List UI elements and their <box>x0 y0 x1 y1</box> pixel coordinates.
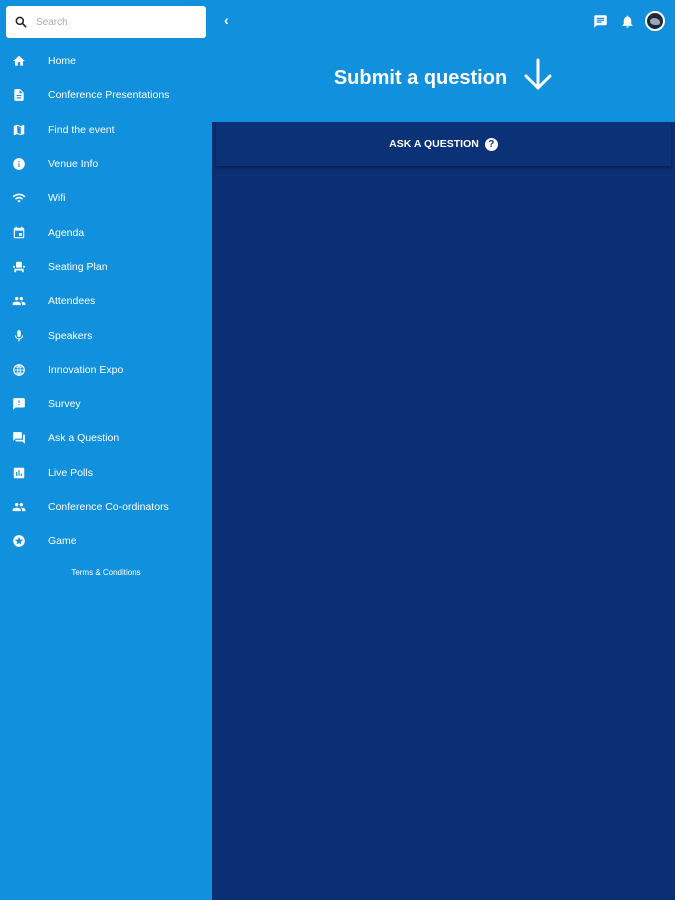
help-icon[interactable]: ? <box>484 137 498 151</box>
sidebar-item-label: Attendees <box>48 295 96 308</box>
sidebar-item-speakers[interactable]: Speakers <box>0 318 212 352</box>
star-badge-icon <box>12 534 26 548</box>
app-window: Home Conference Presentations Find the e… <box>0 0 675 900</box>
hero-header: Submit a question <box>212 44 675 122</box>
map-icon <box>12 123 26 137</box>
chat-icon[interactable] <box>592 13 608 29</box>
sidebar-item-seating-plan[interactable]: Seating Plan <box>0 250 212 284</box>
calendar-icon <box>12 226 26 240</box>
sidebar-item-innovation-expo[interactable]: Innovation Expo <box>0 353 212 387</box>
sidebar-item-label: Innovation Expo <box>48 363 124 376</box>
document-icon <box>12 88 26 102</box>
sidebar-item-attendees[interactable]: Attendees <box>0 284 212 318</box>
content-area: ASK A QUESTION ? <box>212 122 675 900</box>
sidebar-item-agenda[interactable]: Agenda <box>0 215 212 249</box>
sidebar-item-label: Live Polls <box>48 466 93 479</box>
poll-icon <box>12 466 26 480</box>
sidebar-item-label: Find the event <box>48 123 115 136</box>
sidebar-item-survey[interactable]: Survey <box>0 387 212 421</box>
main-panel: ‹ Submit a question ASK A QUESTION ? <box>212 0 675 900</box>
sidebar-item-label: Speakers <box>48 329 93 342</box>
sidebar-item-live-polls[interactable]: Live Polls <box>0 456 212 490</box>
sidebar-nav: Home Conference Presentations Find the e… <box>0 44 212 558</box>
collapse-sidebar-button[interactable]: ‹ <box>224 12 238 30</box>
sidebar-item-label: Conference Presentations <box>48 89 170 102</box>
sidebar-item-label: Venue Info <box>48 158 99 171</box>
sidebar-item-game[interactable]: Game <box>0 524 212 558</box>
wifi-icon <box>12 191 26 205</box>
sidebar-item-home[interactable]: Home <box>0 44 212 78</box>
sidebar-item-label: Ask a Question <box>48 432 120 445</box>
sidebar-item-conference-co-ordinators[interactable]: Conference Co-ordinators <box>0 490 212 524</box>
sidebar-item-venue-info[interactable]: Venue Info <box>0 147 212 181</box>
ask-question-label: ASK A QUESTION <box>389 138 479 150</box>
sidebar-item-label: Conference Co-ordinators <box>48 501 169 513</box>
sidebar-item-conference-presentations[interactable]: Conference Presentations <box>0 78 212 112</box>
sidebar-item-label: Survey <box>48 398 81 411</box>
group-icon <box>12 500 26 514</box>
people-icon <box>12 294 26 308</box>
sidebar-item-label: Home <box>48 55 77 68</box>
search-icon <box>15 16 27 28</box>
feedback-icon <box>12 397 26 411</box>
terms-link[interactable]: Terms & Conditions <box>0 568 212 577</box>
globe-icon <box>12 363 26 377</box>
bell-icon[interactable] <box>619 13 635 29</box>
top-bar: ‹ <box>212 0 675 44</box>
arrow-down-icon <box>523 58 553 92</box>
top-actions <box>581 11 665 31</box>
home-icon <box>12 54 26 68</box>
sidebar-item-label: Agenda <box>48 226 85 239</box>
info-icon <box>12 157 26 171</box>
microphone-icon <box>12 329 26 343</box>
sidebar-item-find-the-event[interactable]: Find the event <box>0 113 212 147</box>
sidebar-item-label: Seating Plan <box>48 260 108 273</box>
sidebar-item-label: Game <box>48 535 77 548</box>
sidebar-item-ask-a-question[interactable]: Ask a Question <box>0 421 212 455</box>
search-box[interactable] <box>6 6 206 38</box>
search-input[interactable] <box>36 10 196 34</box>
page-title: Submit a question <box>333 67 508 89</box>
avatar[interactable] <box>645 11 665 31</box>
ask-question-button[interactable]: ASK A QUESTION ? <box>216 122 671 166</box>
forum-icon <box>12 431 26 445</box>
sidebar: Home Conference Presentations Find the e… <box>0 0 212 900</box>
sidebar-item-wifi[interactable]: Wifi <box>0 181 212 215</box>
seat-icon <box>12 260 26 274</box>
sidebar-item-label: Wifi <box>48 192 66 205</box>
